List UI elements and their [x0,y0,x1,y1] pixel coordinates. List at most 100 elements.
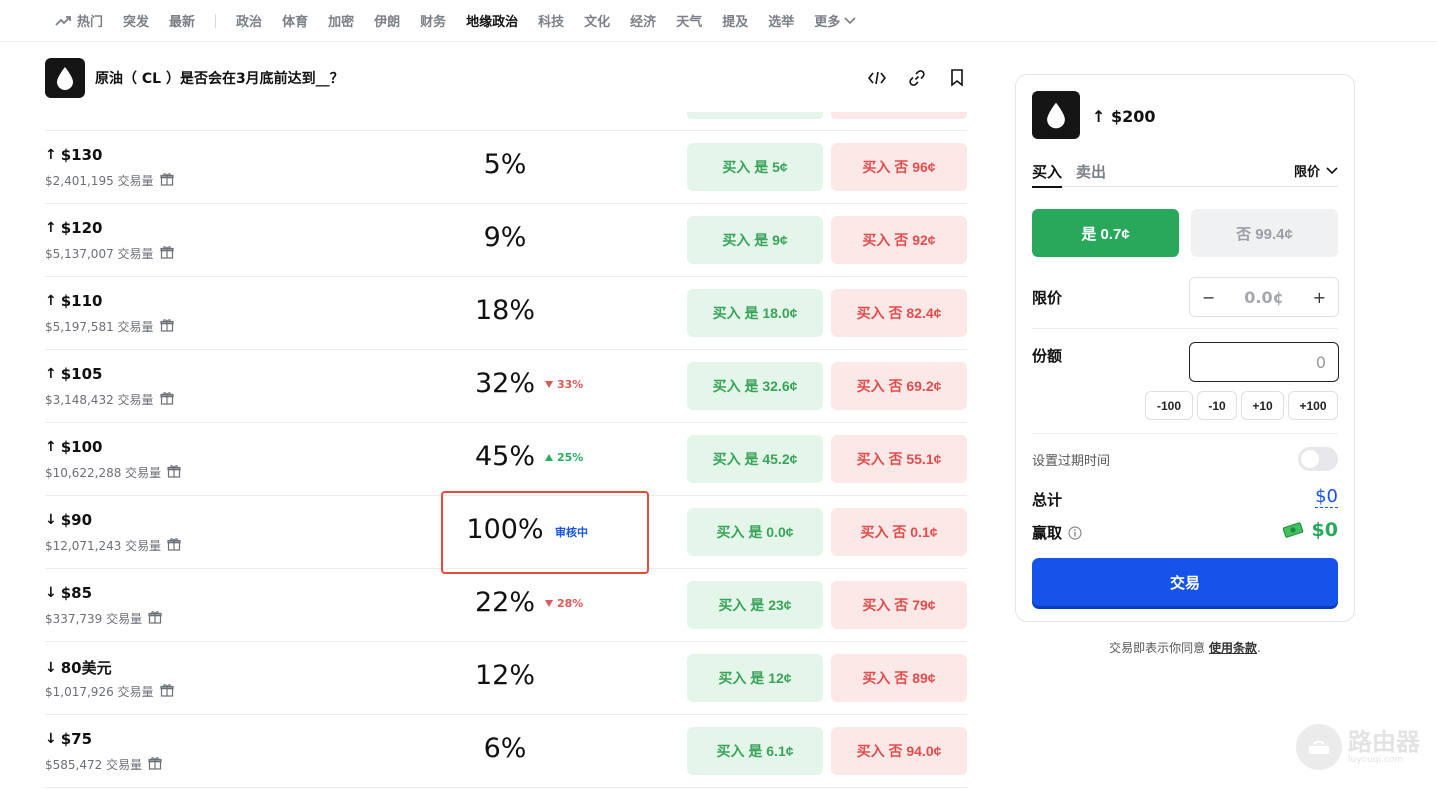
expiry-toggle[interactable] [1298,447,1338,471]
gift-icon[interactable] [167,537,181,554]
volume-text: $1,017,926 交易量 [45,685,154,699]
outcome-row[interactable]: ↑ $130 $2,401,195 交易量 5% 买入 是 5¢ 买入 否 96… [45,131,967,204]
nav-item-crypto[interactable]: 加密 [328,11,354,30]
order-type-select[interactable]: 限价 [1294,161,1338,180]
partial-no-button[interactable] [831,112,967,119]
outcome-row[interactable]: ↓ 80美元 $1,017,926 交易量 12% 买入 是 12¢ 买入 否 … [45,642,967,715]
list-top-edge [45,112,967,131]
arrow-up-icon: ↑ [45,220,57,236]
info-icon[interactable] [1068,525,1082,540]
arrow-up-icon: ↑ [45,147,57,163]
volume-text: $10,622,288 交易量 [45,466,162,480]
market-header: 原油（ CL ）是否会在3月底前达到__？ [45,58,967,98]
buy-no-button[interactable]: 买入 否 82.4¢ [831,289,967,337]
shares-input[interactable] [1189,342,1339,382]
arrow-up-icon: ↑ [45,439,57,455]
volume-text: $12,071,243 交易量 [45,539,162,553]
outcome-label-group: ↓ $90 [45,511,92,529]
buy-yes-button[interactable]: 买入 是 18.0¢ [687,289,823,337]
nav-item-new[interactable]: 最新 [169,11,195,30]
buy-no-button[interactable]: 买入 否 94.0¢ [831,727,967,775]
buy-no-button[interactable]: 买入 否 0.1¢ [831,508,967,556]
outcome-row[interactable]: ↑ $100 $10,622,288 交易量 45% 25% 买入 是 45.2… [45,423,967,496]
buy-no-button[interactable]: 买入 否 92¢ [831,216,967,264]
gift-icon[interactable] [159,391,174,408]
nav-item-geopolitics[interactable]: 地缘政治 [466,11,518,30]
buy-yes-button[interactable]: 买入 是 12¢ [687,654,823,702]
nav-item-culture[interactable]: 文化 [584,11,610,30]
watermark-title: 路由器 [1348,728,1420,756]
gift-icon[interactable] [159,245,174,262]
nav-item-finance[interactable]: 财务 [420,11,446,30]
buy-no-button[interactable]: 买入 否 89¢ [831,654,967,702]
outcome-row[interactable]: ↓ $85 $337,739 交易量 22% 28% 买入 是 23¢ 买入 否… [45,569,967,642]
bookmark-icon[interactable] [947,68,967,88]
buy-yes-button[interactable]: 买入 是 32.6¢ [687,362,823,410]
quick-plus-100-button[interactable]: +100 [1288,391,1338,420]
arrow-up-icon: ↑ [45,366,57,382]
nav-item-economy[interactable]: 经济 [630,11,656,30]
change-indicator: 28% [545,597,583,610]
arrow-down-icon: ↓ [45,585,57,601]
tab-buy[interactable]: 买入 [1032,161,1063,188]
buy-yes-button[interactable]: 买入 是 9¢ [687,216,823,264]
divider [1032,328,1338,329]
gift-icon[interactable] [167,464,181,481]
nav-item-politics[interactable]: 政治 [236,11,262,30]
embed-code-icon[interactable] [867,68,887,88]
partial-yes-button[interactable] [687,112,823,119]
buy-yes-button[interactable]: 买入 是 0.0¢ [687,508,823,556]
limit-price-value[interactable]: 0.0¢ [1244,288,1283,307]
arrow-down-icon: ↓ [45,512,57,528]
link-icon[interactable] [907,68,927,88]
nav-item-trending[interactable]: 热门 [55,11,103,30]
quick-minus-100-button[interactable]: -100 [1145,391,1193,420]
quick-minus-10-button[interactable]: -10 [1197,391,1237,420]
gift-icon[interactable] [159,172,174,189]
nav-item-breaking[interactable]: 突发 [123,11,149,30]
outcome-row[interactable]: ↑ $110 $5,197,581 交易量 18% 买入 是 18.0¢ 买入 … [45,277,967,350]
buy-no-button[interactable]: 买入 否 55.1¢ [831,435,967,483]
buy-no-button[interactable]: 买入 否 96¢ [831,143,967,191]
nav-item-weather[interactable]: 天气 [676,11,702,30]
volume-text: $337,739 交易量 [45,612,143,626]
buy-no-button[interactable]: 买入 否 79¢ [831,581,967,629]
nav-item-mentions[interactable]: 提及 [722,11,748,30]
outcome-row[interactable]: ↑ $105 $3,148,432 交易量 32% 33% 买入 是 32.6¢… [45,350,967,423]
buy-yes-button[interactable]: 买入 是 23¢ [687,581,823,629]
nav-item-more[interactable]: 更多 [814,11,856,30]
nav-divider [215,13,217,28]
nav-item-iran[interactable]: 伊朗 [374,11,400,30]
quick-plus-10-button[interactable]: +10 [1241,391,1284,420]
nav-label: 科技 [538,15,565,30]
buy-no-button[interactable]: 买入 否 69.2¢ [831,362,967,410]
gift-icon[interactable] [159,683,174,700]
terms-link[interactable]: 使用条款 [1209,641,1257,655]
outcome-row[interactable]: ↓ $75 $585,472 交易量 6% 买入 是 6.1¢ 买入 否 94.… [45,715,967,788]
outcome-probability: 18% [474,295,535,326]
buy-yes-button[interactable]: 买入 是 6.1¢ [687,727,823,775]
outcome-label: $75 [60,730,93,748]
nav-item-tech[interactable]: 科技 [538,11,564,30]
outcome-label-group: ↑ $120 [45,219,102,237]
outcome-label: $100 [60,438,103,456]
buy-yes-button[interactable]: 买入 是 45.2¢ [687,435,823,483]
divider [1032,433,1338,434]
gift-icon[interactable] [148,610,162,627]
buy-yes-button[interactable]: 买入 是 5¢ [687,143,823,191]
total-value[interactable]: $0 [1315,487,1338,508]
volume-group: $5,137,007 交易量 [45,245,174,262]
gift-icon[interactable] [159,318,174,335]
outcome-row[interactable]: ↑ $120 $5,137,007 交易量 9% 买入 是 9¢ 买入 否 92… [45,204,967,277]
no-outcome-button[interactable]: 否 99.4¢ [1191,209,1338,257]
nav-item-sports[interactable]: 体育 [282,11,308,30]
trade-button[interactable]: 交易 [1032,558,1338,606]
decrement-button[interactable]: − [1202,288,1215,307]
gift-icon[interactable] [148,756,162,773]
yes-outcome-button[interactable]: 是 0.7¢ [1032,209,1179,257]
increment-button[interactable]: + [1313,288,1326,307]
outcome-label-group: ↑ $110 [45,292,102,310]
tab-sell[interactable]: 卖出 [1076,161,1106,182]
chevron-down-icon [844,16,856,24]
nav-item-elections[interactable]: 选举 [768,11,794,30]
